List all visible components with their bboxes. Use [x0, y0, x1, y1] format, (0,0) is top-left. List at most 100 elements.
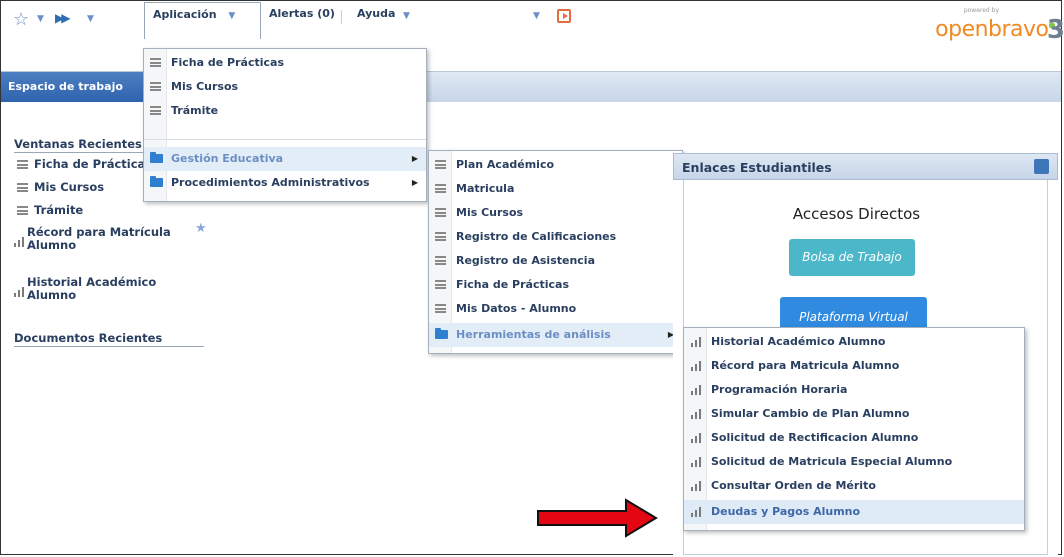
menu-item[interactable]: Mis Cursos [429, 201, 682, 225]
submenu-arrow-icon: ▶ [411, 154, 418, 163]
menu-item-submenu[interactable]: Gestión Educativa ▶ [144, 147, 426, 171]
widget-title: Enlaces Estudiantiles [682, 160, 832, 175]
section-divider [14, 346, 204, 347]
menu-item-label: Mis Datos - Alumno [456, 302, 577, 315]
report-icon [690, 481, 702, 491]
recent-report-label-2: Alumno [27, 288, 77, 302]
menu-item-label: Historial Académico Alumno [711, 335, 886, 348]
folder-icon [150, 152, 163, 163]
recent-window-item[interactable]: Trámite [17, 203, 83, 217]
recent-window-label: Mis Cursos [34, 180, 105, 194]
window-icon [435, 280, 446, 289]
workspace-tab[interactable]: Espacio de trabajo [1, 72, 156, 102]
window-icon [17, 183, 28, 192]
alerts-button[interactable]: Alertas (0) [269, 2, 335, 39]
window-icon [435, 184, 446, 193]
window-icon [435, 232, 446, 241]
menu-item[interactable]: Solicitud de Matricula Especial Alumno [684, 450, 1024, 474]
window-icon [435, 160, 446, 169]
application-menu-button[interactable]: Aplicación ▼ [144, 2, 261, 39]
window-icon [435, 208, 446, 217]
menu-item[interactable]: Registro de Asistencia [429, 249, 682, 273]
menu-item[interactable]: Consultar Orden de Mérito [684, 474, 1024, 498]
recent-views-caret-icon[interactable]: ▼ [87, 14, 94, 24]
menu-item[interactable]: Programación Horaria [684, 378, 1024, 402]
menu-item[interactable]: Ficha de Prácticas [144, 51, 426, 75]
favorite-star-icon[interactable]: ★ [195, 221, 207, 236]
application-menu-label: Aplicación [153, 8, 217, 21]
menu-item-label: Solicitud de Rectificacion Alumno [711, 431, 919, 444]
report-icon [13, 287, 25, 297]
folder-icon [150, 176, 163, 187]
menu-item-submenu[interactable]: Herramientas de análisis ▶ [429, 323, 682, 347]
report-icon [690, 361, 702, 371]
openbravo-logo: openbravo● [935, 17, 1055, 42]
menu-item-label: Trámite [171, 104, 219, 117]
favorites-star-icon[interactable]: ☆ [13, 9, 29, 30]
menu-item[interactable]: Historial Académico Alumno [684, 330, 1024, 354]
window-icon [150, 106, 161, 115]
folder-icon [435, 328, 448, 339]
menu-item[interactable]: Registro de Calificaciones [429, 225, 682, 249]
recent-window-item[interactable]: Mis Cursos [17, 180, 104, 194]
menu-item-label: Matricula [456, 182, 515, 195]
shortcuts-title: Accesos Directos [792, 205, 921, 223]
menu-item[interactable]: Matricula [429, 177, 682, 201]
widget-edit-icon[interactable] [1034, 159, 1049, 174]
menu-item-label: Solicitud de Matricula Especial Alumno [711, 455, 953, 468]
report-icon [690, 337, 702, 347]
menu-item-label: Registro de Calificaciones [456, 230, 617, 243]
help-button[interactable]: Ayuda [357, 2, 395, 39]
recent-report-label-2: Alumno [27, 238, 77, 252]
educational-management-menu: Plan Académico Matricula Mis Cursos Regi… [428, 150, 683, 354]
menu-item-label: Procedimientos Administrativos [171, 176, 370, 189]
window-icon [435, 256, 446, 265]
report-icon [690, 433, 702, 443]
recent-report-item[interactable]: Récord para Matrícula Alumno [14, 226, 171, 252]
menu-item[interactable]: Mis Datos - Alumno [429, 297, 682, 321]
menu-item[interactable]: Solicitud de Rectificacion Alumno [684, 426, 1024, 450]
application-menu: Ficha de Prácticas Mis Cursos Trámite Ge… [143, 48, 427, 202]
menu-item[interactable]: Trámite [144, 99, 426, 123]
window-icon [435, 304, 446, 313]
menu-item[interactable]: Ficha de Prácticas [429, 273, 682, 297]
menu-item-label: Registro de Asistencia [456, 254, 595, 267]
brand-name: openbravo [935, 17, 1049, 42]
recent-documents-title: Documentos Recientes [14, 331, 163, 345]
recent-report-item[interactable]: Historial Académico Alumno [14, 276, 156, 302]
report-icon [690, 457, 702, 467]
favorites-caret-icon[interactable]: ▼ [37, 14, 44, 24]
report-icon [13, 237, 25, 247]
menu-item-label: Mis Cursos [456, 206, 524, 219]
submenu-arrow-icon: ▶ [411, 178, 418, 187]
window-icon [150, 82, 161, 91]
help-caret-icon[interactable]: ▼ [403, 11, 410, 21]
analysis-tools-menu: Historial Académico Alumno Récord para M… [683, 327, 1025, 531]
menu-item-label: Plan Académico [456, 158, 555, 171]
recent-window-label: Trámite [34, 203, 84, 217]
report-icon [690, 409, 702, 419]
menu-item-label: Deudas y Pagos Alumno [711, 505, 861, 518]
recent-windows-title: Ventanas Recientes [14, 137, 142, 151]
job-board-button[interactable]: Bolsa de Trabajo [789, 239, 915, 276]
recent-window-label: Ficha de Prácticas [34, 157, 153, 171]
menu-item-label: Programación Horaria [711, 383, 848, 396]
menu-item[interactable]: Récord para Matricula Alumno [684, 354, 1024, 378]
menu-item[interactable]: Simular Cambio de Plan Alumno [684, 402, 1024, 426]
menu-item[interactable]: Plan Académico [429, 153, 682, 177]
nav-divider [341, 10, 342, 24]
recent-window-item[interactable]: Ficha de Prácticas [17, 157, 152, 171]
logout-icon[interactable] [557, 9, 571, 23]
brand-version: 3 [1046, 15, 1064, 45]
menu-item-label: Mis Cursos [171, 80, 239, 93]
menu-item-submenu[interactable]: Procedimientos Administrativos ▶ [144, 171, 426, 195]
report-icon [690, 507, 702, 517]
user-caret-icon[interactable]: ▼ [533, 11, 540, 21]
menu-item-label: Ficha de Prácticas [456, 278, 570, 291]
recent-views-icon[interactable]: ▶▶ [55, 11, 71, 25]
menu-item-label: Ficha de Prácticas [171, 56, 285, 69]
menu-item-label: Consultar Orden de Mérito [711, 479, 876, 492]
window-icon [150, 58, 161, 67]
menu-item[interactable]: Mis Cursos [144, 75, 426, 99]
menu-item-debts-payments[interactable]: Deudas y Pagos Alumno [684, 500, 1024, 524]
